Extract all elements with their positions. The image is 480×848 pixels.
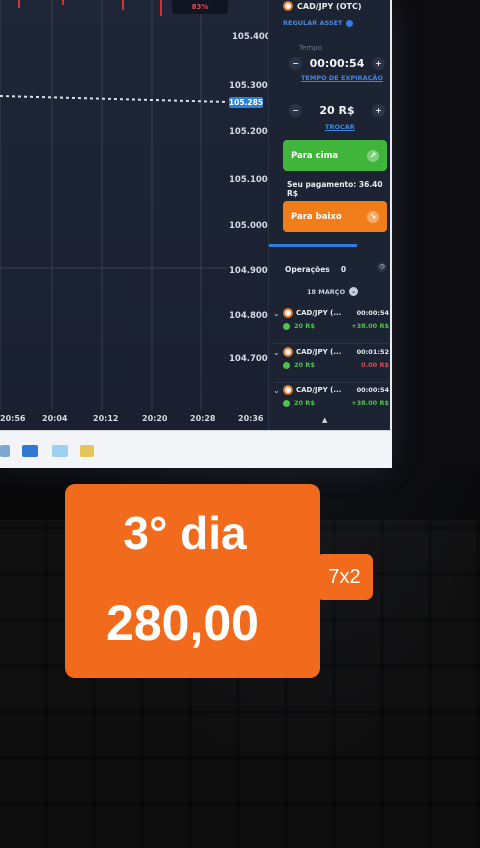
regular-asset-toggle[interactable]: REGULAR ASSET xyxy=(283,19,387,27)
trade-amount: 20 R$ xyxy=(294,361,315,369)
laptop-bezel xyxy=(388,0,480,470)
price-series-line xyxy=(0,95,229,103)
direction-up-icon xyxy=(283,399,290,407)
folder-icon[interactable] xyxy=(80,445,94,457)
amount-value[interactable]: 20 R$ xyxy=(319,104,354,117)
day-caption-box: 3° dia 280,00 xyxy=(65,484,320,678)
operations-header: Operações 0 ◷ xyxy=(285,257,387,276)
call-up-label: Para cima xyxy=(291,150,339,161)
asset-flag-icon xyxy=(283,385,293,395)
y-tick-label: 104.700 xyxy=(229,354,268,364)
y-tick-label: 105.200 xyxy=(229,127,268,137)
put-down-label: Para baixo xyxy=(291,211,342,222)
time-stepper: − 00:00:54 + xyxy=(289,54,385,72)
time-decrease-button[interactable]: − xyxy=(289,56,302,70)
trade-time: 00:00:54 xyxy=(356,386,389,394)
trade-panel: CAD/JPY (OTC) REGULAR ASSET Tempo − 00:0… xyxy=(268,0,390,430)
x-tick-label: 20:04 xyxy=(42,414,68,423)
trade-item[interactable]: ⌄ CAD/JPY (... 00:01:52 20 R$ 0.00 R$ xyxy=(273,347,389,383)
operations-tab[interactable]: Operações 0 xyxy=(285,257,346,276)
expiration-mode-link[interactable]: TEMPO DE EXPIRAÇÃO xyxy=(301,74,383,82)
taskbar-app-icon[interactable] xyxy=(52,445,68,457)
asset-flag-icon xyxy=(283,308,293,318)
direction-up-icon xyxy=(283,361,290,369)
y-tick-label: 105.400 xyxy=(232,32,271,42)
price-tick-marker xyxy=(122,0,124,10)
trade-result: 0.00 R$ xyxy=(361,361,389,369)
x-tick-label: 20:36 xyxy=(238,414,264,423)
chevron-down-icon[interactable]: ⌄ xyxy=(273,386,283,395)
trade-amount: 20 R$ xyxy=(294,322,315,330)
scroll-up-icon[interactable]: ▲ xyxy=(322,416,327,424)
x-tick-label: 20:56 xyxy=(0,414,26,423)
price-tick-marker xyxy=(18,0,20,8)
operations-date: 18 MARÇO ⌄ xyxy=(307,287,359,296)
taskbar xyxy=(0,430,392,468)
current-price-tag: 105.285 xyxy=(228,97,264,108)
put-down-button[interactable]: Para baixo ↘ xyxy=(283,201,387,232)
amount-increase-button[interactable]: + xyxy=(371,103,385,117)
trade-item[interactable]: ⌄ CAD/JPY (... 00:00:54 20 R$ +38.00 R$ xyxy=(273,308,389,344)
history-icon[interactable]: ◷ xyxy=(377,261,387,272)
trade-asset: CAD/JPY (... xyxy=(296,386,342,394)
chevron-down-icon[interactable]: ⌄ xyxy=(273,309,283,318)
price-chart[interactable]: 83% 105.400 105.300 105.285 105.200 105.… xyxy=(0,0,271,430)
operations-count: 0 xyxy=(340,265,347,274)
trade-amount: 20 R$ xyxy=(294,399,315,407)
info-icon xyxy=(346,19,354,27)
trade-asset: CAD/JPY (... xyxy=(296,309,342,317)
x-tick-label: 20:20 xyxy=(142,414,168,423)
direction-up-icon xyxy=(283,322,290,330)
y-tick-label: 105.300 xyxy=(229,81,268,91)
chart-grid xyxy=(0,0,229,410)
amount-decrease-button[interactable]: − xyxy=(289,103,302,117)
y-tick-label: 105.000 xyxy=(229,221,268,231)
x-tick-label: 20:12 xyxy=(93,414,119,423)
profit-caption: 280,00 xyxy=(106,595,259,651)
chevron-down-icon[interactable]: ⌄ xyxy=(273,348,283,357)
asset-name: CAD/JPY (OTC) xyxy=(297,1,362,11)
trade-asset: CAD/JPY (... xyxy=(296,348,342,356)
price-tick-marker xyxy=(62,0,64,5)
payout-percent-badge: 83% xyxy=(172,0,228,14)
operations-tab-indicator xyxy=(269,244,357,247)
chevron-down-icon[interactable]: ⌄ xyxy=(349,287,359,296)
y-tick-label: 105.100 xyxy=(229,175,268,185)
call-up-button[interactable]: Para cima ↗ xyxy=(283,140,387,171)
day-caption: 3° dia xyxy=(123,507,247,559)
arrow-down-icon: ↘ xyxy=(367,210,379,223)
multiplier-badge: 7x2 xyxy=(316,554,373,600)
laptop-screen: 83% 105.400 105.300 105.285 105.200 105.… xyxy=(0,0,392,468)
y-tick-label: 104.900 xyxy=(229,266,268,276)
trade-result: +38.00 R$ xyxy=(351,399,389,407)
trade-time: 00:00:54 xyxy=(356,309,389,317)
regular-asset-label: REGULAR ASSET xyxy=(283,19,343,27)
asset-flag-icon xyxy=(283,1,293,11)
trade-time: 00:01:52 xyxy=(356,348,389,356)
operations-date-label: 18 MARÇO xyxy=(307,287,346,296)
time-increase-button[interactable]: + xyxy=(371,56,385,70)
amount-stepper: − 20 R$ + xyxy=(289,101,385,119)
asset-flag-icon xyxy=(283,347,293,357)
time-label: Tempo xyxy=(299,44,322,52)
trade-result: +38.00 R$ xyxy=(351,322,389,330)
payout-text: Seu pagamento: 36.40 R$ xyxy=(287,180,383,198)
taskbar-app-icon[interactable] xyxy=(22,445,38,457)
y-tick-label: 104.800 xyxy=(229,311,268,321)
arrow-up-icon: ↗ xyxy=(367,149,379,162)
x-tick-label: 20:28 xyxy=(190,414,216,423)
asset-selector[interactable]: CAD/JPY (OTC) xyxy=(283,0,387,12)
time-value[interactable]: 00:00:54 xyxy=(310,57,365,70)
price-tick-marker xyxy=(160,0,162,16)
change-amount-link[interactable]: TROCAR xyxy=(325,123,355,131)
trade-item[interactable]: ⌄ CAD/JPY (... 00:00:54 20 R$ +38.00 R$ xyxy=(273,385,389,419)
taskbar-app-icon[interactable] xyxy=(0,445,10,457)
operations-title: Operações xyxy=(285,265,330,274)
